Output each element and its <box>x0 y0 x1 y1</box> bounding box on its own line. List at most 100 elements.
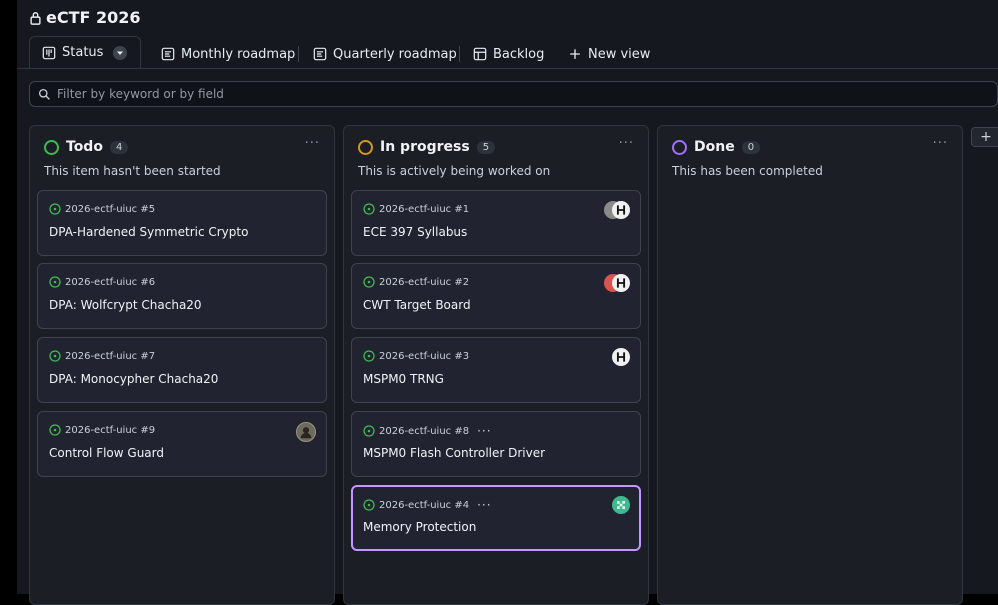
project-title: eCTF 2026 <box>29 8 141 27</box>
item-count: 5 <box>476 140 496 154</box>
column-menu-button[interactable]: ··· <box>933 136 948 151</box>
column-description: This item hasn't been started <box>44 164 221 178</box>
project-title-text: eCTF 2026 <box>46 8 141 27</box>
view-options-button[interactable] <box>113 45 128 60</box>
column-header: In progress 5 <box>358 139 496 155</box>
issue-ref-text: 2026-ectf-uiuc #6 <box>65 276 156 288</box>
issue-ref: 2026-ectf-uiuc #9 <box>49 424 155 436</box>
item-card-selected[interactable]: 2026-ectf-uiuc #4 ··· Memory Protection <box>351 485 641 551</box>
tab-divider <box>459 46 460 62</box>
user-avatar-icon <box>616 278 626 288</box>
column-title: In progress <box>380 139 470 155</box>
item-card[interactable]: 2026-ectf-uiuc #5 DPA-Hardened Symmetric… <box>37 190 327 256</box>
issue-ref-text: 2026-ectf-uiuc #3 <box>379 350 470 362</box>
assignee-avatar[interactable] <box>612 496 630 514</box>
issue-open-icon <box>363 425 375 437</box>
board-icon <box>42 46 56 59</box>
identicon-icon <box>617 501 625 509</box>
issue-ref-text: 2026-ectf-uiuc #8 <box>379 425 470 437</box>
tab-status-label: Status <box>62 45 104 60</box>
card-menu-button[interactable]: ··· <box>477 498 491 512</box>
project-board: eCTF 2026 Status Monthly roadmap Quarter… <box>17 0 998 605</box>
item-card[interactable]: 2026-ectf-uiuc #8 ··· MSPM0 Flash Contro… <box>351 411 641 477</box>
user-avatar-icon <box>300 427 312 439</box>
column-todo: Todo 4 ··· This item hasn't been started… <box>29 125 335 605</box>
filter-input[interactable]: Filter by keyword or by field <box>29 81 998 107</box>
issue-ref: 2026-ectf-uiuc #1 <box>363 203 469 215</box>
issue-ref: 2026-ectf-uiuc #4 ··· <box>363 498 492 512</box>
view-tabs: Status Monthly roadmap Quarterly roadmap… <box>17 36 998 69</box>
tab-monthly-roadmap[interactable]: Monthly roadmap <box>161 40 295 68</box>
item-title[interactable]: Control Flow Guard <box>49 446 164 460</box>
tab-quarterly-roadmap-label: Quarterly roadmap <box>333 46 457 62</box>
column-title: Todo <box>66 139 103 155</box>
issue-open-icon <box>49 424 61 436</box>
assignee-avatar[interactable] <box>612 201 630 219</box>
item-card[interactable]: 2026-ectf-uiuc #9 Control Flow Guard <box>37 411 327 477</box>
column-header: Done 0 <box>672 139 761 155</box>
tab-quarterly-roadmap[interactable]: Quarterly roadmap <box>313 40 457 68</box>
issue-open-icon <box>49 276 61 288</box>
caret-down-icon <box>117 51 124 55</box>
issue-open-icon <box>363 350 375 362</box>
item-title[interactable]: DPA: Monocypher Chacha20 <box>49 372 218 386</box>
item-title[interactable]: MSPM0 Flash Controller Driver <box>363 446 545 460</box>
status-circle-icon <box>672 139 687 155</box>
item-card[interactable]: 2026-ectf-uiuc #1 ECE 397 Syllabus <box>351 190 641 256</box>
column-title: Done <box>694 139 735 155</box>
add-column-button[interactable]: + <box>971 127 998 147</box>
column-in-progress: In progress 5 ··· This is actively being… <box>343 125 649 605</box>
column-description: This has been completed <box>672 164 823 178</box>
item-count: 4 <box>109 140 129 154</box>
assignee-avatar[interactable] <box>612 348 630 366</box>
new-view-label: New view <box>588 46 651 62</box>
user-avatar-icon <box>616 205 626 215</box>
tab-status[interactable]: Status <box>29 36 141 68</box>
item-title[interactable]: Memory Protection <box>363 520 476 534</box>
card-menu-button[interactable]: ··· <box>477 424 491 438</box>
issue-open-icon <box>49 350 61 362</box>
tab-monthly-roadmap-label: Monthly roadmap <box>181 46 296 62</box>
column-done: Done 0 ··· This has been completed <box>657 125 963 605</box>
tab-backlog[interactable]: Backlog <box>473 40 544 68</box>
issue-open-icon <box>49 203 61 215</box>
issue-ref: 2026-ectf-uiuc #7 <box>49 350 155 362</box>
plus-icon <box>570 49 580 59</box>
roadmap-icon <box>161 47 175 61</box>
issue-ref-text: 2026-ectf-uiuc #9 <box>65 424 156 436</box>
item-title[interactable]: MSPM0 TRNG <box>363 372 444 386</box>
filter-placeholder: Filter by keyword or by field <box>57 87 224 101</box>
column-menu-button[interactable]: ··· <box>305 136 320 151</box>
item-count: 0 <box>741 140 761 154</box>
status-circle-icon <box>44 139 59 155</box>
tab-backlog-label: Backlog <box>493 46 545 62</box>
item-title[interactable]: DPA: Wolfcrypt Chacha20 <box>49 298 202 312</box>
item-title[interactable]: DPA-Hardened Symmetric Crypto <box>49 225 248 239</box>
item-title[interactable]: ECE 397 Syllabus <box>363 225 467 239</box>
assignee-avatar[interactable] <box>296 422 316 442</box>
issue-ref: 2026-ectf-uiuc #5 <box>49 203 155 215</box>
issue-ref-text: 2026-ectf-uiuc #4 <box>379 499 470 511</box>
issue-open-icon <box>363 499 375 511</box>
assignee-avatar[interactable] <box>612 274 630 292</box>
column-header: Todo 4 <box>44 139 129 155</box>
new-view-button[interactable]: New view <box>568 40 650 68</box>
item-card[interactable]: 2026-ectf-uiuc #3 MSPM0 TRNG <box>351 337 641 403</box>
column-description: This is actively being worked on <box>358 164 551 178</box>
item-title[interactable]: CWT Target Board <box>363 298 471 312</box>
item-card[interactable]: 2026-ectf-uiuc #2 CWT Target Board <box>351 263 641 329</box>
table-icon <box>473 47 487 61</box>
lock-icon <box>30 11 41 25</box>
item-card[interactable]: 2026-ectf-uiuc #7 DPA: Monocypher Chacha… <box>37 337 327 403</box>
issue-ref: 2026-ectf-uiuc #2 <box>363 276 469 288</box>
issue-ref-text: 2026-ectf-uiuc #2 <box>379 276 470 288</box>
tab-divider <box>298 46 299 62</box>
user-avatar-icon <box>616 352 626 362</box>
column-menu-button[interactable]: ··· <box>619 136 634 151</box>
item-card[interactable]: 2026-ectf-uiuc #6 DPA: Wolfcrypt Chacha2… <box>37 263 327 329</box>
issue-ref-text: 2026-ectf-uiuc #1 <box>379 203 470 215</box>
issue-ref: 2026-ectf-uiuc #8 ··· <box>363 424 492 438</box>
issue-open-icon <box>363 276 375 288</box>
search-icon <box>38 88 50 100</box>
issue-ref-text: 2026-ectf-uiuc #5 <box>65 203 156 215</box>
